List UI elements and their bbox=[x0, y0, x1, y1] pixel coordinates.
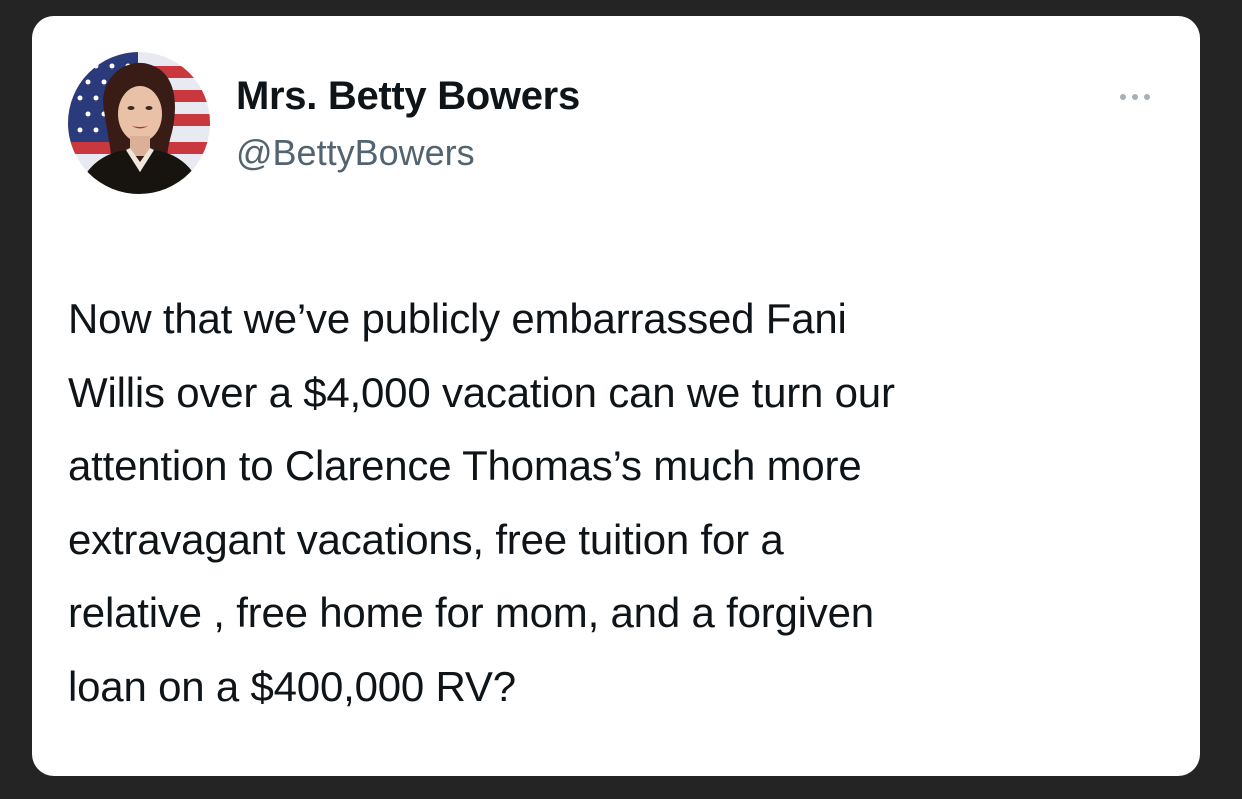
tweet-text: Now that we’ve publicly embarrassed Fani… bbox=[68, 295, 895, 710]
more-options-icon bbox=[1120, 94, 1150, 100]
more-options-button[interactable] bbox=[1110, 82, 1160, 112]
tweet-card[interactable]: Mrs. Betty Bowers @BettyBowers Now that … bbox=[32, 16, 1200, 776]
author-display-name[interactable]: Mrs. Betty Bowers bbox=[236, 72, 580, 120]
author-avatar[interactable] bbox=[68, 52, 210, 194]
profile-photo-icon bbox=[68, 52, 210, 194]
author-handle[interactable]: @BettyBowers bbox=[236, 131, 475, 175]
